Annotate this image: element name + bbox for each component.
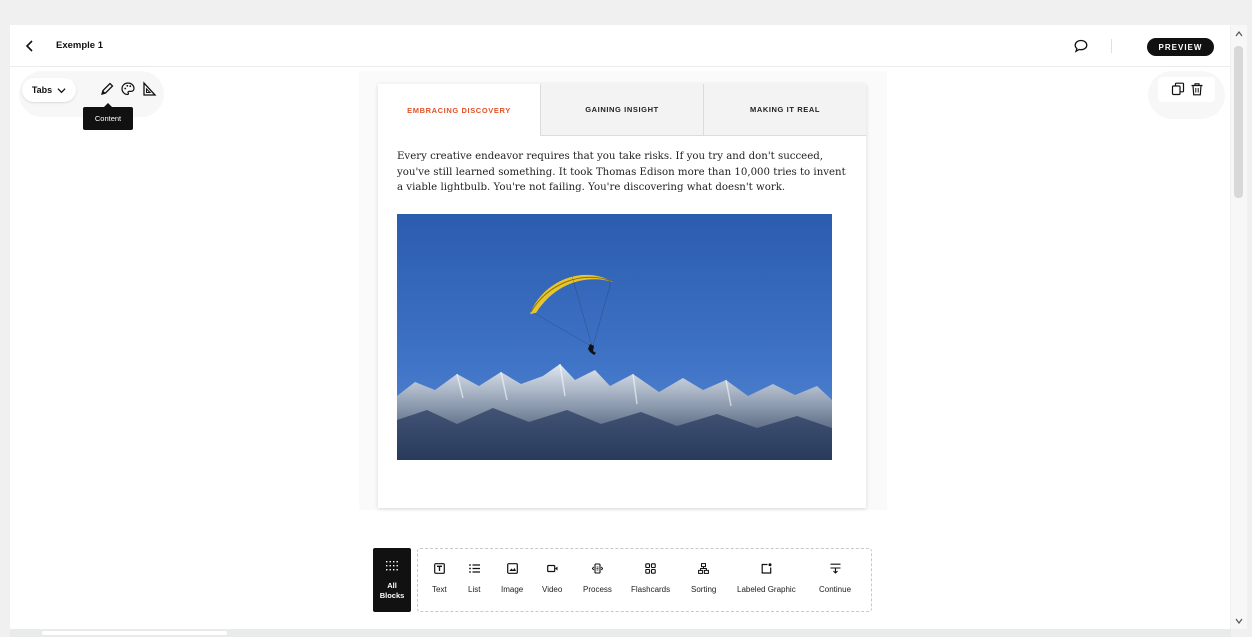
block-sorting[interactable]: Sorting	[691, 559, 716, 605]
paraglider-image[interactable]	[397, 214, 832, 460]
tab-bar: EMBRACING DISCOVERY GAINING INSIGHT MAKI…	[378, 84, 866, 136]
back-arrow-icon[interactable]	[22, 38, 38, 54]
tooltip: Content	[83, 103, 133, 130]
block-type-label: Tabs	[31, 85, 53, 95]
block-menu: Text List Image Video Process Flashcards…	[417, 548, 872, 612]
tab-making-it-real[interactable]: MAKING IT REAL	[703, 84, 866, 136]
chevron-down-icon	[57, 87, 66, 93]
ruler-triangle-icon[interactable]	[141, 81, 157, 97]
pencil-icon[interactable]	[99, 81, 115, 97]
palette-icon[interactable]	[120, 81, 136, 97]
trash-icon[interactable]	[1190, 82, 1204, 96]
comment-icon[interactable]	[1073, 38, 1089, 54]
tab-content-text[interactable]: Every creative endeavor requires that yo…	[397, 149, 847, 196]
tabs-block[interactable]: EMBRACING DISCOVERY GAINING INSIGHT MAKI…	[378, 84, 866, 508]
block-list[interactable]: List	[468, 559, 480, 605]
continue-icon	[830, 563, 841, 574]
divider	[1111, 39, 1112, 53]
duplicate-icon[interactable]	[1171, 82, 1185, 96]
scroll-up-icon[interactable]	[1235, 30, 1243, 38]
editor-window: Exemple 1 PREVIEW Tabs Content EMBRACING…	[10, 25, 1230, 637]
sorting-icon	[698, 563, 710, 574]
list-icon	[468, 564, 480, 573]
block-continue[interactable]: Continue	[819, 559, 851, 605]
tab-gaining-insight[interactable]: GAINING INSIGHT	[540, 84, 703, 136]
block-type-dropdown[interactable]: Tabs	[22, 78, 76, 102]
tab-embracing-discovery[interactable]: EMBRACING DISCOVERY	[378, 84, 540, 136]
scroll-down-icon[interactable]	[1235, 617, 1243, 625]
lesson-title: Exemple 1	[56, 40, 103, 51]
preview-button[interactable]: PREVIEW	[1147, 38, 1214, 56]
block-actions-panel	[1158, 77, 1215, 102]
block-process[interactable]: Process	[583, 559, 612, 605]
block-labeled-graphic[interactable]: Labeled Graphic	[737, 559, 796, 605]
block-image[interactable]: Image	[501, 559, 523, 605]
grid-icon	[386, 561, 398, 571]
top-bar: Exemple 1 PREVIEW	[10, 25, 1230, 67]
image-icon	[506, 563, 518, 574]
video-icon	[546, 564, 558, 573]
block-flashcards[interactable]: Flashcards	[631, 559, 670, 605]
process-icon	[591, 563, 603, 574]
all-blocks-label: All Blocks	[379, 581, 405, 600]
text-icon	[433, 563, 445, 574]
scrollbar-thumb[interactable]	[1234, 46, 1243, 198]
labeled-graphic-icon	[761, 563, 772, 574]
all-blocks-button[interactable]: All Blocks	[373, 548, 411, 612]
block-text[interactable]: Text	[432, 559, 447, 605]
flashcards-icon	[645, 563, 656, 574]
block-video[interactable]: Video	[542, 559, 562, 605]
horizontal-scrollbar-thumb[interactable]	[42, 631, 227, 635]
